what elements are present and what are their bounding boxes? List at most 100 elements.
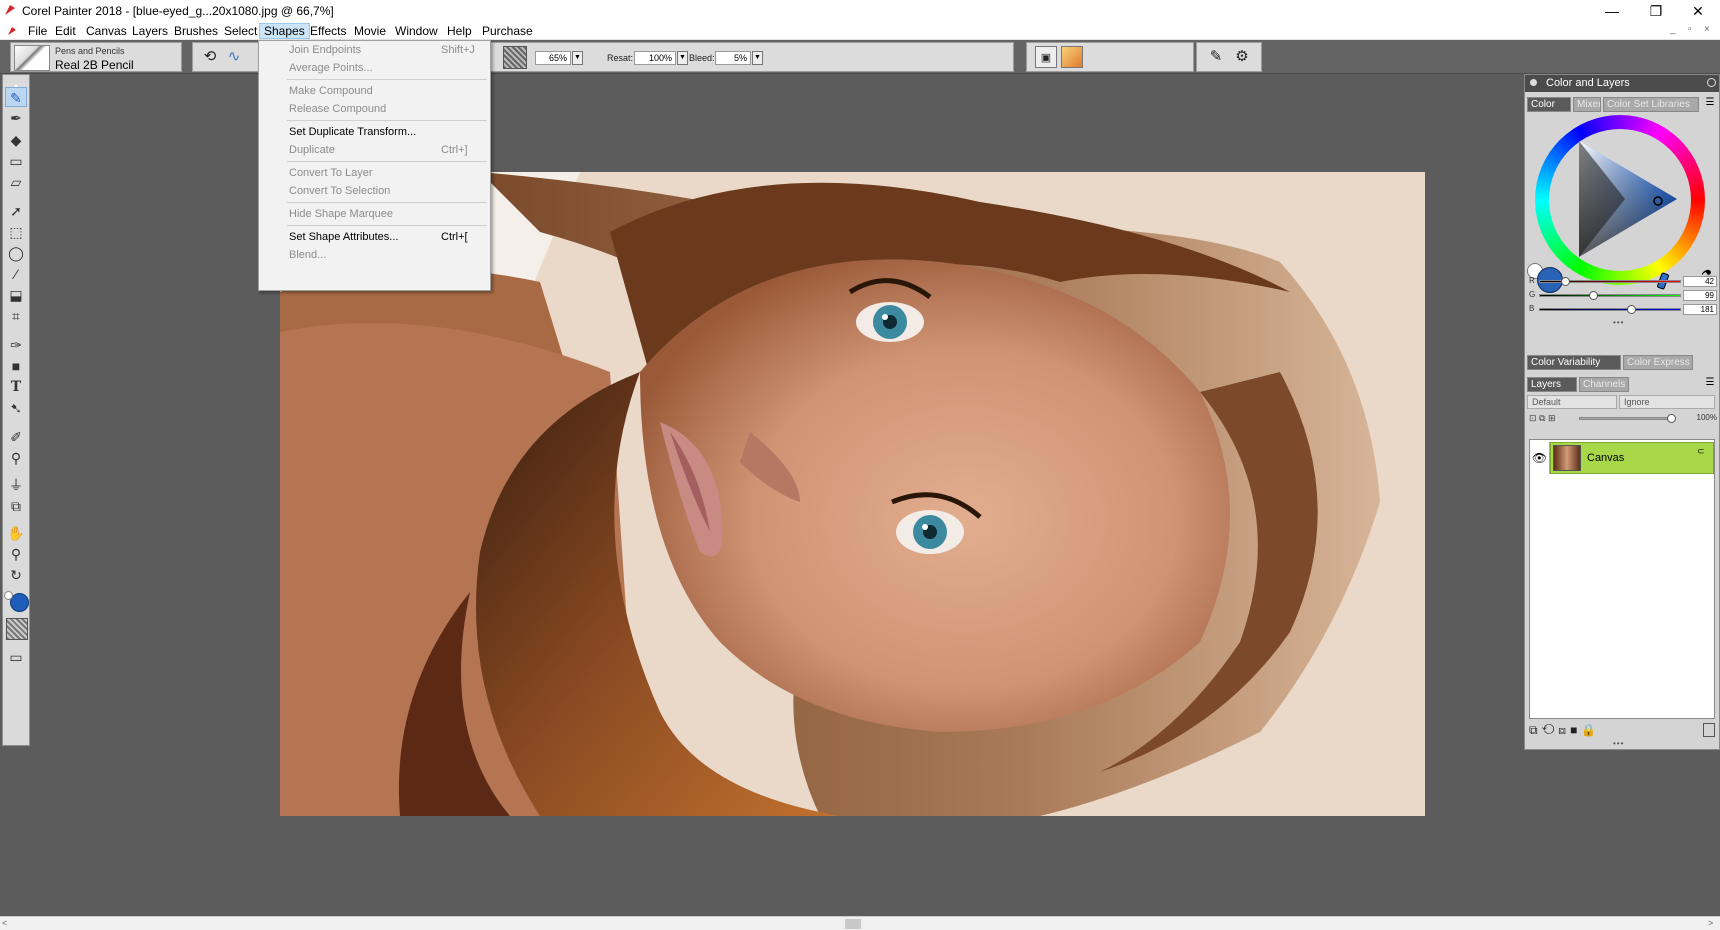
resat-input[interactable]: 100% <box>634 51 676 65</box>
scrollbar-thumb[interactable] <box>845 919 861 929</box>
tab-color-variability[interactable]: Color Variability <box>1527 355 1621 370</box>
tab-mixer[interactable]: Mixer <box>1573 97 1601 112</box>
transform-tool-icon[interactable]: ⬓ <box>5 285 27 305</box>
reset-tool-icon[interactable]: ⟲ <box>199 46 221 68</box>
additional-color-swatch[interactable] <box>4 591 13 600</box>
mirror-painting-tool-icon[interactable]: ⧉ <box>5 496 27 516</box>
shape-selection-tool-icon[interactable]: ➷ <box>5 398 27 418</box>
menu-movie[interactable]: Movie <box>350 23 390 39</box>
ruler-tool-icon[interactable]: ▱ <box>5 172 27 192</box>
bleed-dropdown-icon[interactable]: ▼ <box>752 51 763 65</box>
dab-preview-icon[interactable]: ▣ <box>1035 46 1057 68</box>
menu-item-convert-to-layer[interactable]: Convert To Layer <box>259 164 490 182</box>
menu-item-blend[interactable]: Blend... <box>259 246 490 264</box>
menu-select[interactable]: Select <box>220 23 261 39</box>
menu-window[interactable]: Window <box>391 23 442 39</box>
red-value[interactable]: 42 <box>1683 276 1717 287</box>
blue-slider-track[interactable] <box>1539 308 1681 311</box>
media-selector-icon[interactable]: ▭ <box>5 647 27 667</box>
grabber-tool-icon[interactable]: ✋ <box>5 523 27 543</box>
menu-help[interactable]: Help <box>443 23 476 39</box>
menu-item-average-points[interactable]: Average Points... <box>259 59 490 77</box>
blue-value[interactable]: 181 <box>1683 304 1717 315</box>
menu-canvas[interactable]: Canvas <box>82 23 131 39</box>
doc-close-button[interactable]: × <box>1704 24 1710 35</box>
stroke-type-icon[interactable]: ∿ <box>223 46 245 68</box>
menu-brushes[interactable]: Brushes <box>170 23 222 39</box>
paper-texture-swatch[interactable] <box>503 46 527 69</box>
magnifier-tool-icon[interactable]: ⚲ <box>5 544 27 564</box>
resat-dropdown-icon[interactable]: ▼ <box>677 51 688 65</box>
scroll-right-arrow-icon[interactable]: > <box>1708 918 1713 928</box>
text-tool-icon[interactable]: T <box>5 377 27 397</box>
tab-color-set-libraries[interactable]: Color Set Libraries <box>1603 97 1699 112</box>
opacity-input[interactable]: 65% <box>535 51 571 65</box>
document-icon[interactable] <box>6 25 18 37</box>
green-value[interactable]: 99 <box>1683 290 1717 301</box>
minimize-button[interactable]: — <box>1592 0 1632 22</box>
layers-menu-icon[interactable]: ☰ <box>1703 377 1717 392</box>
dropper-tool-icon[interactable]: ✒ <box>5 108 27 128</box>
rotate-page-tool-icon[interactable]: ↻ <box>5 565 27 585</box>
menu-file[interactable]: File <box>24 23 51 39</box>
menu-item-convert-to-selection[interactable]: Convert To Selection <box>259 182 490 200</box>
layer-row[interactable]: 👁 Canvas ⊂ <box>1530 442 1714 474</box>
lasso-tool-icon[interactable]: ◯ <box>5 243 27 263</box>
menu-item-join-endpoints[interactable]: Join Endpoints Shift+J <box>259 41 490 59</box>
paint-bucket-tool-icon[interactable]: ◆ <box>5 130 27 150</box>
brush-tool-icon[interactable]: ✎ <box>5 87 27 107</box>
menu-item-set-shape-attributes[interactable]: Set Shape Attributes... Ctrl+[ <box>259 228 490 246</box>
cloner-tool-icon[interactable]: ✐ <box>5 427 27 447</box>
layer-adjuster-tool-icon[interactable]: ➚ <box>5 201 27 221</box>
rubber-stamp-tool-icon[interactable]: ⚲ <box>5 448 27 468</box>
layer-opacity-value[interactable]: 100% <box>1683 413 1717 425</box>
menu-item-release-compound[interactable]: Release Compound <box>259 100 490 118</box>
magic-wand-tool-icon[interactable]: ⁄ <box>5 264 27 284</box>
rectangular-shape-tool-icon[interactable]: ■ <box>5 356 27 376</box>
doc-minimize-button[interactable]: _ <box>1670 24 1676 35</box>
tab-color[interactable]: Color <box>1527 97 1571 112</box>
tab-color-express[interactable]: Color Express <box>1623 355 1693 370</box>
layer-canvas[interactable]: Canvas ⊂ <box>1550 442 1714 474</box>
tab-channels[interactable]: Channels <box>1579 377 1629 392</box>
menu-shapes[interactable]: Shapes <box>259 23 310 39</box>
menu-item-make-compound[interactable]: Make Compound <box>259 82 490 100</box>
horizontal-scrollbar[interactable]: < > <box>0 916 1720 930</box>
bleed-input[interactable]: 5% <box>715 51 751 65</box>
layers-resize-grip-icon[interactable]: ••• <box>1613 739 1624 748</box>
menu-item-duplicate[interactable]: Duplicate Ctrl+] <box>259 141 490 159</box>
green-slider-knob[interactable] <box>1589 291 1598 300</box>
menu-item-set-duplicate-transform[interactable]: Set Duplicate Transform... <box>259 123 490 141</box>
tab-layers[interactable]: Layers <box>1527 377 1577 392</box>
dodge-tool-icon[interactable]: ⏚ <box>5 475 27 495</box>
layer-commands-icons[interactable]: ⧉⟲⧈■🔒 <box>1529 723 1639 739</box>
panel-resize-grip-icon[interactable]: ••• <box>1613 318 1624 327</box>
layer-opacity-slider-knob[interactable] <box>1667 414 1676 423</box>
panel-menu-icon[interactable]: ☰ <box>1703 97 1717 112</box>
red-slider-knob[interactable] <box>1561 277 1570 286</box>
composite-method-dropdown[interactable]: Default <box>1527 395 1617 409</box>
layer-opacity-slider-track[interactable] <box>1579 417 1671 420</box>
opacity-dropdown-icon[interactable]: ▼ <box>572 51 583 65</box>
panel-grip-icon[interactable] <box>1530 79 1537 86</box>
composite-depth-dropdown[interactable]: Ignore <box>1619 395 1715 409</box>
menu-effects[interactable]: Effects <box>306 23 350 39</box>
stroke-preview-icon[interactable] <box>1061 46 1083 68</box>
menu-purchase[interactable]: Purchase <box>478 23 537 39</box>
crop-tool-icon[interactable]: ⌗ <box>5 306 27 326</box>
pen-tool-icon[interactable]: ✑ <box>5 335 27 355</box>
brush-calibration-icon[interactable]: ✎ <box>1205 46 1227 68</box>
delete-layer-icon[interactable] <box>1703 723 1715 737</box>
rectangular-selection-tool-icon[interactable]: ⬚ <box>5 222 27 242</box>
menu-edit[interactable]: Edit <box>51 23 80 39</box>
eraser-tool-icon[interactable]: ▭ <box>5 151 27 171</box>
layer-lock-options-icon[interactable]: ⊡ ⧉ ⊞ <box>1529 413 1573 427</box>
doc-restore-button[interactable]: ▫ <box>1688 24 1692 35</box>
layer-visibility-eye-icon[interactable]: 👁 <box>1530 442 1550 474</box>
gear-icon[interactable]: ⚙ <box>1231 46 1253 68</box>
paper-selector-icon[interactable] <box>6 618 28 640</box>
saturation-value-triangle[interactable] <box>1555 139 1685 269</box>
scroll-left-arrow-icon[interactable]: < <box>2 918 7 928</box>
menu-item-hide-shape-marquee[interactable]: Hide Shape Marquee <box>259 205 490 223</box>
blue-slider-knob[interactable] <box>1627 305 1636 314</box>
